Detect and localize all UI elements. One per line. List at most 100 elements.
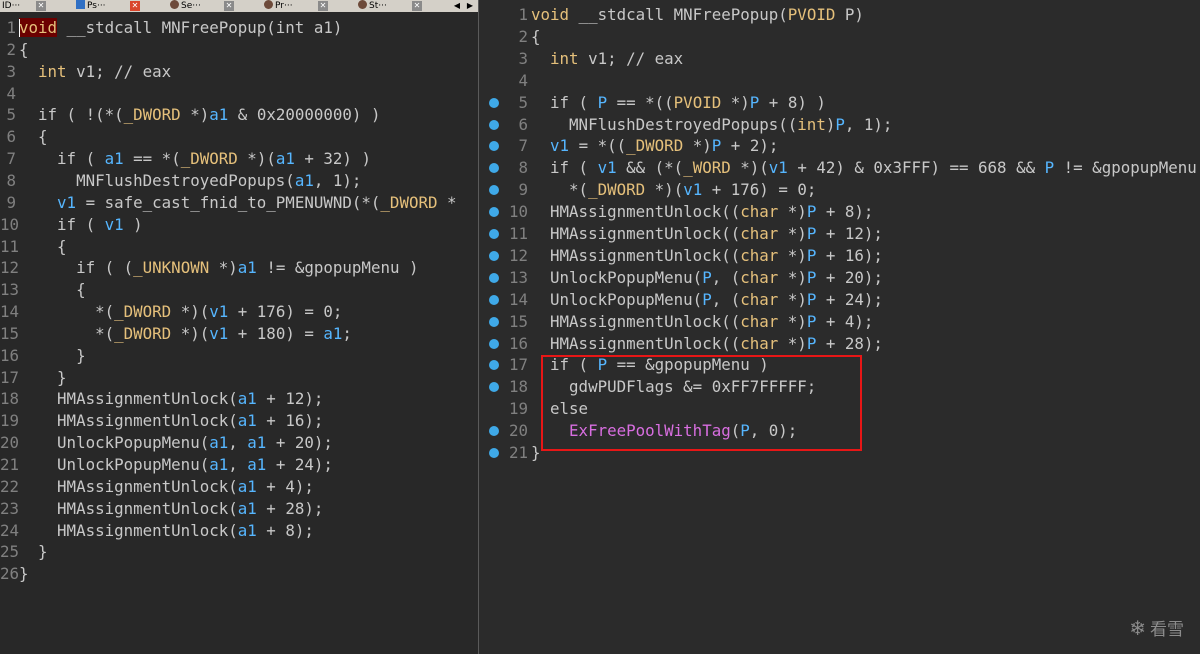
line-number: 7 (518, 136, 528, 156)
code-line[interactable]: 2{ (479, 26, 1200, 48)
code-text: HMAssignmentUnlock(a1 + 16); (19, 410, 323, 432)
code-line[interactable]: 23 HMAssignmentUnlock(a1 + 28); (0, 498, 478, 520)
code-line[interactable]: 18 HMAssignmentUnlock(a1 + 12); (0, 388, 478, 410)
code-token: , ( (711, 267, 741, 287)
code-line[interactable]: 10 HMAssignmentUnlock((char *)P + 8); (479, 201, 1200, 223)
tab-st[interactable]: St··· (358, 0, 387, 12)
code-line[interactable]: 10 if ( v1 ) (0, 214, 478, 236)
code-token: = safe_cast_fnid_to_PMENUWND(*( (76, 192, 381, 212)
code-line[interactable]: 22 HMAssignmentUnlock(a1 + 4); (0, 476, 478, 498)
tab-pseudocode[interactable]: Ps··· (76, 0, 106, 12)
code-line[interactable]: 15 *(_DWORD *)(v1 + 180) = a1; (0, 323, 478, 345)
code-line[interactable]: 14 UnlockPopupMenu(P, (char *)P + 24); (479, 289, 1200, 311)
tab-scroll-right-icon[interactable]: ▶ (465, 0, 475, 12)
code-line[interactable]: 2{ (0, 39, 478, 61)
code-line[interactable]: 12 if ( (_UNKNOWN *)a1 != &gpopupMenu ) (0, 257, 478, 279)
code-keyword: _DWORD (180, 149, 238, 169)
code-line[interactable]: 13 { (0, 279, 478, 301)
tab-ida[interactable]: ID··· (2, 0, 20, 12)
code-token: + 24); (816, 289, 883, 309)
right-pseudocode-pane[interactable]: 1 void __stdcall MNFreePopup(PVOID P) 2{3 … (479, 0, 1200, 654)
code-token: ) (825, 114, 836, 134)
code-keyword: char (740, 224, 779, 243)
tab-close-button[interactable]: ✕ (130, 1, 140, 11)
code-line[interactable]: 8 MNFlushDestroyedPopups(a1, 1); (0, 170, 478, 192)
code-line[interactable]: 19 HMAssignmentUnlock(a1 + 16); (0, 410, 478, 432)
left-pseudocode-pane[interactable]: 1 void __stdcall MNFreePopup(int a1) 2{3 i… (0, 12, 478, 654)
line-number: 19 (0, 411, 20, 431)
code-line[interactable]: 8 if ( v1 && (*(_WORD *)(v1 + 42) & 0x3F… (479, 157, 1200, 179)
code-line[interactable]: 25 } (0, 541, 478, 563)
code-keyword: _WORD (683, 158, 731, 178)
code-line[interactable]: 11 HMAssignmentUnlock((char *)P + 12); (479, 223, 1200, 245)
line-number: 3 (6, 61, 16, 81)
code-token: HMAssignmentUnlock( (19, 389, 238, 409)
code-text: if ( (_UNKNOWN *)a1 != &gpopupMenu ) (19, 257, 418, 279)
code-variable: P (749, 92, 760, 112)
code-line[interactable]: 14 *(_DWORD *)(v1 + 176) = 0; (0, 301, 478, 323)
code-line[interactable]: 17 } (0, 367, 478, 389)
code-variable: P (1044, 158, 1055, 178)
code-token: + 42) & 0x3FFF) == 668 && (787, 158, 1045, 178)
code-line[interactable]: 7 v1 = *((_DWORD *)P + 2); (479, 135, 1200, 157)
code-line[interactable]: 11 { (0, 236, 478, 258)
code-line[interactable]: 16 HMAssignmentUnlock((char *)P + 28); (479, 333, 1200, 355)
code-line[interactable]: 6 { (0, 126, 478, 148)
code-text: } (19, 367, 67, 389)
code-text: int v1; // eax (19, 61, 171, 83)
code-token: __stdcall MNFreePopup(int a1) (57, 18, 343, 37)
code-line[interactable]: 24 HMAssignmentUnlock(a1 + 8); (0, 520, 478, 542)
code-line[interactable]: 13 UnlockPopupMenu(P, (char *)P + 20); (479, 267, 1200, 289)
code-text: void __stdcall MNFreePopup(PVOID P) (531, 4, 864, 26)
code-variable: a1 (237, 389, 257, 409)
code-line[interactable]: 3 int v1; // eax (479, 48, 1200, 70)
code-line[interactable]: 1 void __stdcall MNFreePopup(PVOID P) (479, 4, 1200, 26)
tab-close-button[interactable]: ✕ (224, 1, 234, 11)
line-number: 23 (0, 498, 20, 518)
code-token: UnlockPopupMenu( (19, 433, 210, 453)
line-number: 13 (508, 267, 528, 287)
code-line[interactable]: 20 UnlockPopupMenu(a1, a1 + 20); (0, 432, 478, 454)
tab-scroll-left-icon[interactable]: ◀ (452, 0, 462, 12)
code-line[interactable]: 26} (0, 563, 478, 585)
code-line[interactable]: 4 (0, 83, 478, 105)
code-variable: P (702, 267, 712, 287)
code-token: , 1); (313, 170, 362, 190)
code-token: && (*( (616, 158, 684, 178)
tab-se[interactable]: Se··· (170, 0, 201, 12)
code-line[interactable]: 5 if ( P == *((PVOID *)P + 8) ) (479, 92, 1200, 114)
code-keyword: int (38, 61, 67, 81)
tab-close-button[interactable]: ✕ (318, 1, 328, 11)
tab-close-button[interactable]: ✕ (412, 1, 422, 11)
code-line[interactable]: 4 (479, 70, 1200, 92)
code-variable: a1 (247, 433, 267, 453)
code-line[interactable]: 15 HMAssignmentUnlock((char *)P + 4); (479, 311, 1200, 333)
code-keyword: _DWORD (626, 136, 684, 156)
code-line[interactable]: 5 if ( !(*(_DWORD *)a1 & 0x20000000) ) (0, 104, 478, 126)
code-text: MNFlushDestroyedPopups((int)P, 1); (531, 114, 892, 136)
code-token: *( (19, 323, 115, 343)
code-token: { (19, 127, 48, 147)
code-token: + 28); (256, 498, 324, 518)
code-line[interactable]: 7 if ( a1 == *(_DWORD *)(a1 + 32) ) (0, 148, 478, 170)
code-line[interactable]: 16 } (0, 345, 478, 367)
avatar-icon (170, 0, 179, 9)
code-line[interactable]: 9 v1 = safe_cast_fnid_to_PMENUWND(*(_DWO… (0, 192, 478, 214)
code-line[interactable]: 3 int v1; // eax (0, 61, 478, 83)
line-number: 20 (0, 433, 20, 453)
code-line[interactable]: 6 MNFlushDestroyedPopups((int)P, 1); (479, 114, 1200, 136)
code-line[interactable]: 1 void __stdcall MNFreePopup(int a1) (0, 17, 478, 39)
code-token: = *(( (569, 136, 627, 156)
code-line[interactable]: 21 UnlockPopupMenu(a1, a1 + 24); (0, 454, 478, 476)
code-token: + 20); (266, 433, 333, 453)
tab-close-button[interactable]: ✕ (36, 1, 46, 11)
code-variable: v1 (597, 158, 617, 178)
code-text: } (19, 345, 86, 367)
code-line[interactable]: 9 *(_DWORD *)(v1 + 176) = 0; (479, 179, 1200, 201)
line-number: 13 (0, 280, 20, 300)
code-line[interactable]: 12 HMAssignmentUnlock((char *)P + 16); (479, 245, 1200, 267)
code-token: , (228, 433, 248, 453)
tab-pr[interactable]: Pr··· (264, 0, 293, 12)
code-keyword: void (531, 5, 570, 24)
line-number: 4 (518, 70, 528, 90)
